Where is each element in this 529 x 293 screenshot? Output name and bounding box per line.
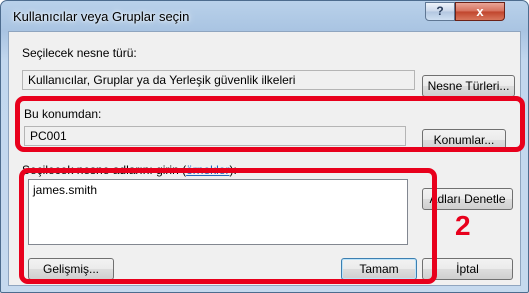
object-names-value: james.smith	[33, 183, 98, 197]
window-title: Kullanıcılar veya Gruplar seçin	[13, 9, 190, 24]
dialog-body: Seçilecek nesne türü: Kullanıcılar, Grup…	[8, 31, 521, 286]
object-names-label-close: ):	[229, 163, 237, 177]
examples-link[interactable]: örnekler	[186, 163, 229, 177]
step-number-badge: 2	[455, 210, 471, 241]
close-button[interactable]: x	[455, 2, 505, 21]
object-type-label: Seçilecek nesne türü:	[22, 46, 137, 60]
object-types-button[interactable]: Nesne Türleri...	[422, 75, 515, 97]
object-names-textarea[interactable]: james.smith	[28, 179, 408, 245]
cancel-button[interactable]: İptal	[422, 258, 513, 280]
help-button[interactable]: ?	[425, 2, 455, 21]
ok-button[interactable]: Tamam	[341, 258, 417, 280]
location-field: PC001	[24, 126, 406, 146]
object-names-label: Seçilecek nesne adlarını girin (örnekler…	[22, 163, 237, 177]
close-icon: x	[476, 4, 484, 19]
object-type-field: Kullanıcılar, Gruplar ya da Yerleşik güv…	[22, 70, 415, 90]
title-bar[interactable]: Kullanıcılar veya Gruplar seçin ? x	[1, 1, 528, 31]
locations-button[interactable]: Konumlar...	[422, 129, 506, 151]
location-label: Bu konumdan:	[24, 107, 102, 121]
help-icon: ?	[436, 4, 444, 18]
check-names-button[interactable]: Adları Denetle	[422, 188, 513, 210]
advanced-button[interactable]: Gelişmiş...	[28, 258, 114, 280]
dialog-window: Kullanıcılar veya Gruplar seçin ? x Seçi…	[0, 0, 529, 293]
object-names-label-text: Seçilecek nesne adlarını girin	[22, 163, 179, 177]
